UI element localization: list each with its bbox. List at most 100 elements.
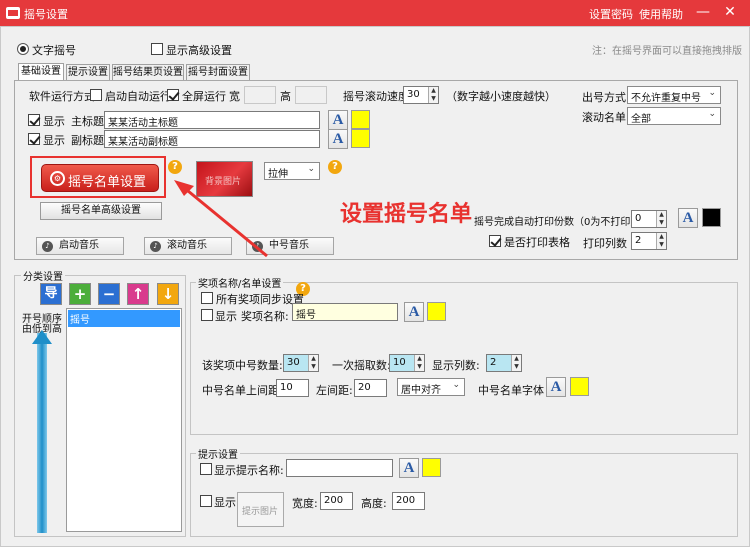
start-music-label: 启动音乐 (59, 240, 99, 251)
roll-speed-hint: （数字越小速度越快） (446, 90, 556, 103)
order-arrow-shaft (37, 333, 47, 533)
print-cols-input[interactable]: 2 ▲ ▼ (631, 232, 667, 250)
list-help-icon[interactable]: ? (168, 160, 182, 174)
left-margin-input[interactable]: 20 (354, 379, 387, 397)
arrow-up-icon (32, 330, 52, 344)
roll-list-label: 滚动名单 (582, 111, 626, 124)
show-prompt-image-checkbox[interactable] (200, 495, 212, 507)
window-width-input[interactable] (244, 86, 276, 104)
tab-cover[interactable]: 摇号封面设置 (186, 64, 250, 80)
win-music-label: 中号音乐 (269, 240, 309, 251)
award-name-label: 奖项名称: (241, 310, 289, 323)
roll-list-select[interactable]: 全部 ⌄ (627, 107, 721, 125)
align-select[interactable]: 居中对齐 ⌄ (397, 378, 465, 396)
award-count-input[interactable]: 30 ▲ ▼ (283, 354, 319, 372)
sub-title-font-button[interactable]: A (328, 129, 348, 149)
text-draw-label: 文字摇号 (32, 44, 76, 57)
move-up-button[interactable]: ↑ (127, 283, 149, 305)
advanced-list-button[interactable]: 摇号名单高级设置 (40, 202, 162, 220)
display-cols-value: 2 (490, 357, 497, 368)
roll-speed-spinner[interactable]: ▲ ▼ (428, 87, 438, 103)
category-group-title: 分类设置 (21, 268, 65, 283)
import-button[interactable]: 导 (40, 283, 62, 305)
set-password-link[interactable]: 设置密码 (589, 6, 633, 22)
auto-start-checkbox[interactable] (90, 89, 102, 101)
title-bar: 摇号设置 设置密码 使用帮助 — ✕ (0, 0, 750, 26)
prompt-name-input[interactable] (286, 459, 393, 477)
annotation-arrow (174, 180, 268, 258)
stretch-select[interactable]: 拉伸 ⌄ (264, 162, 320, 180)
music-icon: ♪ (150, 241, 161, 252)
chevron-down-icon: ⌄ (708, 88, 716, 98)
text-draw-radio[interactable] (17, 43, 29, 55)
print-copies-spinner[interactable]: ▲ ▼ (656, 211, 666, 227)
prompt-font-button[interactable]: A (399, 458, 419, 478)
window-title: 摇号设置 (24, 8, 68, 21)
list-item[interactable]: 摇号 (68, 310, 180, 327)
print-table-checkbox[interactable] (489, 235, 501, 247)
display-cols-spinner[interactable]: ▲ ▼ (511, 355, 521, 371)
tab-result-page[interactable]: 摇号结果页设置 (112, 64, 184, 80)
start-music-button[interactable]: ♪ 启动音乐 (36, 237, 124, 255)
award-count-value: 30 (287, 357, 300, 368)
help-link[interactable]: 使用帮助 (639, 6, 683, 22)
print-cols-spinner[interactable]: ▲ ▼ (656, 233, 666, 249)
remove-category-button[interactable]: − (98, 283, 120, 305)
display-cols-input[interactable]: 2 ▲ ▼ (486, 354, 522, 372)
show-award-name-checkbox[interactable] (201, 309, 213, 321)
print-font-button[interactable]: A (678, 208, 698, 228)
minimize-button[interactable]: — (693, 2, 713, 22)
print-cols-label: 打印列数 (583, 237, 627, 250)
winner-font-button[interactable]: A (546, 377, 566, 397)
prompt-width-input[interactable]: 200 (320, 492, 353, 510)
winner-font-label: 中号名单字体 (478, 384, 544, 397)
move-down-button[interactable]: ↓ (157, 283, 179, 305)
show-main-title-checkbox[interactable] (28, 114, 40, 126)
fullscreen-label: 全屏运行 (182, 90, 226, 103)
prompt-image-button[interactable]: 提示图片 (237, 492, 284, 527)
tab-basic[interactable]: 基础设置 (18, 63, 64, 81)
award-name-input[interactable]: 摇号 (292, 303, 398, 321)
draw-mode-value: 不允许重复中号 (631, 93, 701, 104)
prompt-color-swatch[interactable] (422, 458, 441, 477)
category-list[interactable]: 摇号 (66, 308, 182, 532)
winner-color-swatch[interactable] (570, 377, 589, 396)
height-label: 高 (280, 90, 291, 103)
print-copies-input[interactable]: 0 ▲ ▼ (631, 210, 667, 228)
annotation-text: 设置摇号名单 (340, 202, 473, 227)
print-color-swatch[interactable] (702, 208, 721, 227)
print-copies-value: 0 (635, 213, 642, 224)
list-settings-button[interactable]: ⚙ 摇号名单设置 (41, 164, 159, 192)
main-title-input[interactable]: 某某活动主标题 (104, 111, 320, 129)
add-category-button[interactable]: + (69, 283, 91, 305)
sub-title-input[interactable]: 某某活动副标题 (104, 130, 320, 148)
draw-each-spinner[interactable]: ▲ ▼ (414, 355, 424, 371)
main-title-font-button[interactable]: A (328, 110, 348, 130)
sync-all-checkbox[interactable] (201, 292, 213, 304)
prompt-height-input[interactable]: 200 (392, 492, 425, 510)
show-prompt-name-checkbox[interactable] (200, 463, 212, 475)
draw-each-value: 10 (393, 357, 406, 368)
award-color-swatch[interactable] (427, 302, 446, 321)
award-count-spinner[interactable]: ▲ ▼ (308, 355, 318, 371)
draw-each-label: 一次摇取数: (332, 359, 391, 372)
close-button[interactable]: ✕ (720, 2, 740, 22)
prompt-height-label: 高度: (361, 497, 387, 510)
tab-prompt[interactable]: 提示设置 (66, 64, 110, 80)
chevron-down-icon: ⌄ (452, 380, 460, 390)
main-title-color-swatch[interactable] (351, 110, 370, 129)
stretch-help-icon[interactable]: ? (328, 160, 342, 174)
show-advanced-checkbox[interactable] (151, 43, 163, 55)
roll-speed-input[interactable]: 30 ▲ ▼ (403, 86, 439, 104)
top-margin-input[interactable]: 10 (276, 379, 309, 397)
draw-mode-select[interactable]: 不允许重复中号 ⌄ (627, 86, 721, 104)
roll-speed-value: 30 (407, 89, 420, 100)
sub-title-color-swatch[interactable] (351, 129, 370, 148)
align-value: 居中对齐 (401, 385, 441, 396)
draw-each-input[interactable]: 10 ▲ ▼ (389, 354, 425, 372)
award-font-button[interactable]: A (404, 302, 424, 322)
window-height-input[interactable] (295, 86, 327, 104)
fullscreen-checkbox[interactable] (167, 89, 179, 101)
show-sub-title-checkbox[interactable] (28, 133, 40, 145)
show-advanced-label: 显示高级设置 (166, 44, 232, 57)
